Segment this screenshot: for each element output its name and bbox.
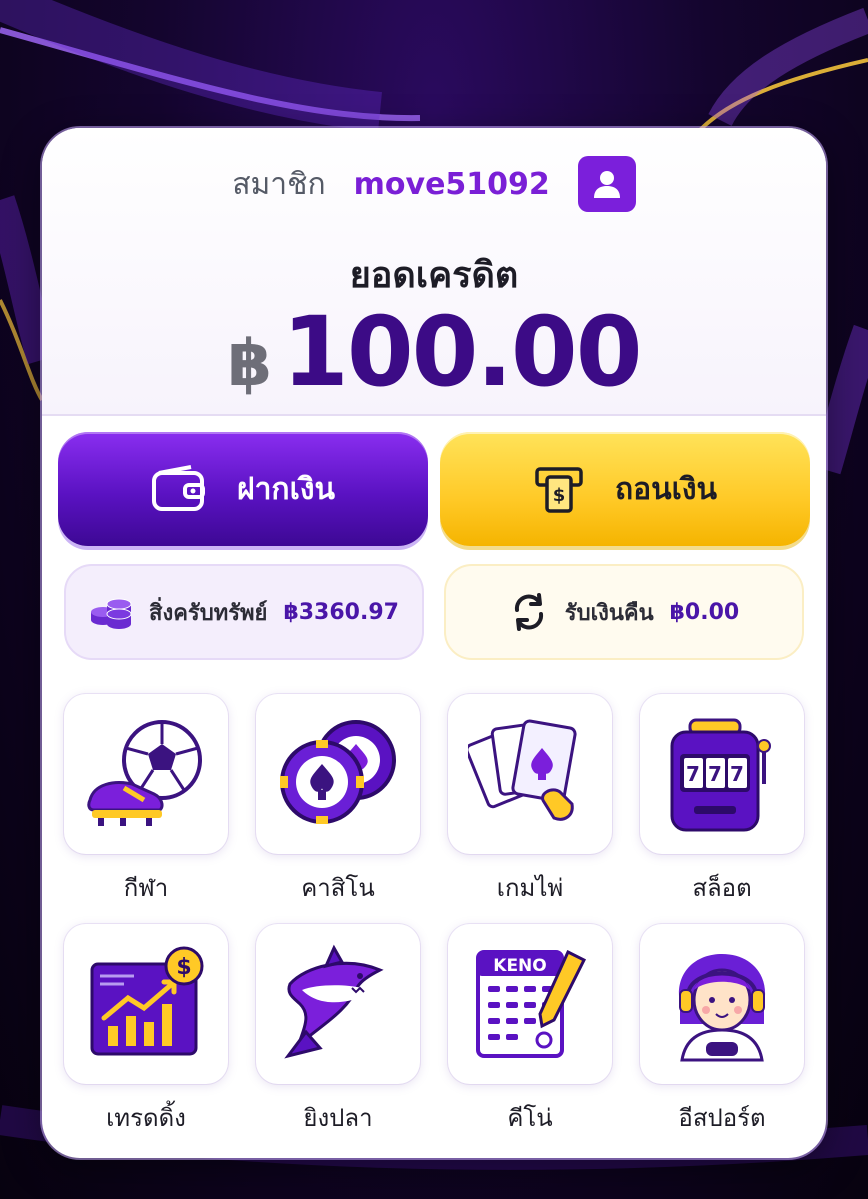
deposit-label: ฝากเงิน: [237, 471, 335, 507]
category-label: คีโน่: [507, 1104, 553, 1132]
credit-amount: 100.00: [282, 296, 642, 408]
esports-gamer-icon: [678, 954, 766, 1062]
category-tile[interactable]: [256, 694, 420, 854]
playing-cards-icon: [468, 719, 577, 821]
slot-machine-icon: 7 7 7: [670, 718, 771, 832]
category-tile[interactable]: [64, 694, 228, 854]
category-tile[interactable]: [640, 924, 804, 1084]
category-label: กีฬา: [123, 874, 169, 902]
svg-text:$: $: [176, 955, 191, 980]
profile-button[interactable]: [577, 156, 636, 212]
category-tile[interactable]: $: [64, 924, 228, 1084]
cashback-value: ฿0.00: [669, 599, 740, 625]
member-label: สมาชิก: [232, 166, 326, 202]
credit-title: ยอดเครดิต: [349, 255, 519, 296]
cashback-pill[interactable]: รับเงินคืน ฿0.00: [444, 564, 804, 660]
category-tile[interactable]: 7 7 7: [640, 694, 804, 854]
assets-label: สิ่งครับทรัพย์: [149, 600, 268, 626]
category-slots[interactable]: 7 7 7 สล็อต: [640, 694, 804, 907]
user-icon: [593, 171, 620, 198]
svg-text:7: 7: [730, 762, 744, 786]
category-grid: กีฬา คาสิโน เกมไพ่ 7 7 7 สล็อต $ เทรดดิ้…: [64, 694, 804, 1134]
member-username: move51092: [353, 166, 550, 202]
svg-text:7: 7: [686, 762, 700, 786]
balance-panel: สมาชิก move51092 ยอดเครดิต ฿ 100.00: [42, 128, 826, 416]
keno-ticket-icon: KENO: [476, 949, 587, 1058]
category-fishing[interactable]: ยิงปลา: [256, 924, 420, 1137]
svg-text:$: $: [553, 485, 566, 506]
category-label: คาสิโน: [301, 874, 375, 902]
shark-icon: [284, 944, 384, 1059]
deposit-button[interactable]: ฝากเงิน: [58, 432, 428, 546]
category-label: เกมไพ่: [496, 874, 564, 902]
category-sports[interactable]: กีฬา: [64, 694, 228, 907]
casino-chips-icon: [280, 720, 396, 824]
refresh-icon: [514, 593, 543, 631]
category-tile[interactable]: [448, 694, 612, 854]
category-trading[interactable]: $ เทรดดิ้ง: [64, 924, 228, 1137]
cash-withdraw-icon: $: [535, 467, 583, 513]
member-row: สมาชิก move51092: [42, 156, 826, 212]
category-label: อีสปอร์ต: [678, 1104, 766, 1132]
currency-symbol: ฿: [227, 327, 273, 401]
cashback-label: รับเงินคืน: [564, 600, 654, 626]
withdraw-button[interactable]: $ ถอนเงิน: [440, 432, 810, 546]
wallet-icon: [152, 465, 205, 511]
category-tile[interactable]: KENO: [448, 924, 612, 1084]
category-tile[interactable]: [256, 924, 420, 1084]
category-label: ยิงปลา: [303, 1104, 373, 1132]
credit-balance: ฿ 100.00: [42, 296, 826, 408]
assets-pill[interactable]: สิ่งครับทรัพย์ ฿3360.97: [64, 564, 424, 660]
coin-stack-icon: [91, 598, 132, 629]
svg-text:7: 7: [708, 762, 722, 786]
category-card-games[interactable]: เกมไพ่: [448, 694, 612, 907]
category-casino[interactable]: คาสิโน: [256, 694, 420, 907]
withdraw-label: ถอนเงิน: [614, 471, 718, 507]
soccer-icon: [87, 720, 202, 826]
trading-chart-icon: $: [90, 946, 204, 1056]
assets-value: ฿3360.97: [283, 599, 399, 625]
category-keno[interactable]: KENO คีโน่: [448, 924, 612, 1137]
wallet-card: สมาชิก move51092 ยอดเครดิต ฿ 100.00 ฝากเ…: [42, 128, 826, 1158]
category-label: เทรดดิ้ง: [106, 1104, 186, 1132]
category-label: สล็อต: [692, 874, 752, 902]
keno-icon-text: KENO: [493, 956, 546, 976]
category-esports[interactable]: อีสปอร์ต: [640, 924, 804, 1137]
